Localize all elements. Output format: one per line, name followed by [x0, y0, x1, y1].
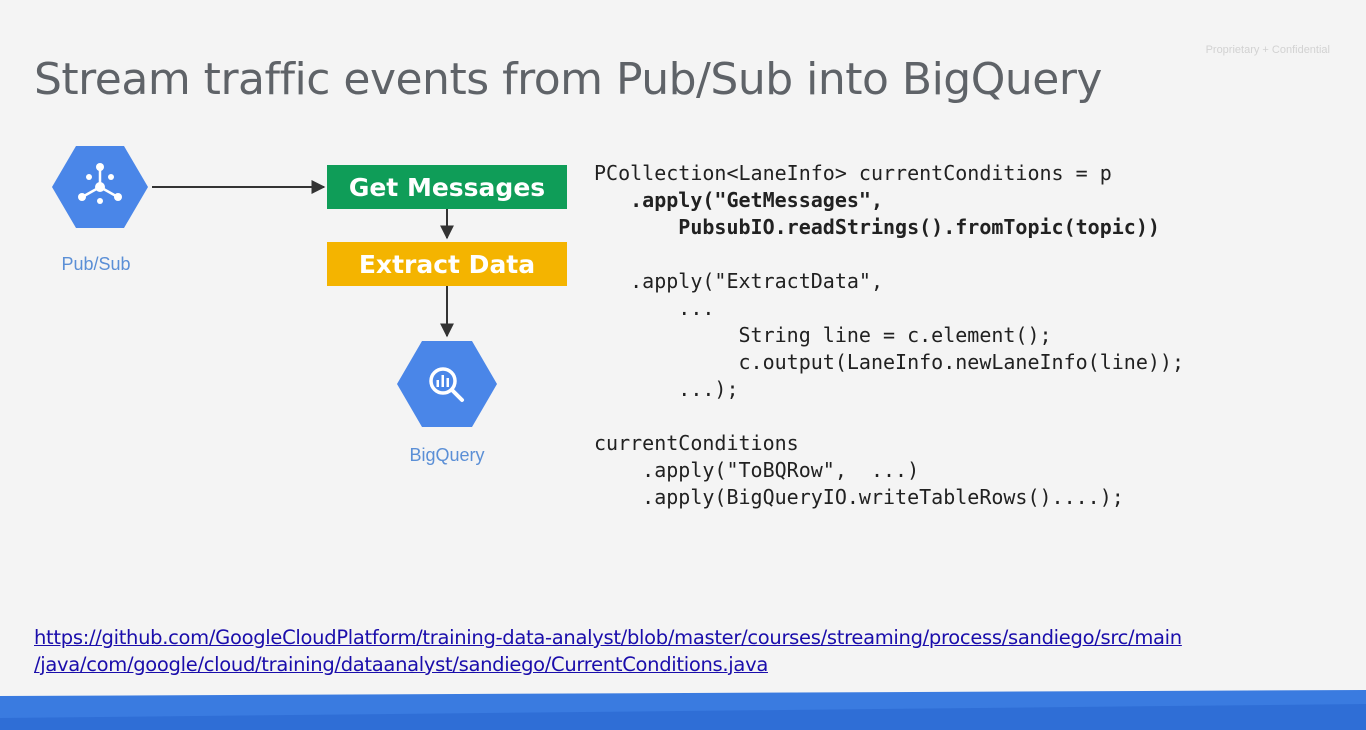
source-code-link-line-1[interactable]: https://github.com/GoogleCloudPlatform/t…	[34, 624, 1182, 651]
get-messages-step: Get Messages	[327, 165, 567, 209]
code-line-3: PubsubIO.readStrings().fromTopic(topic))	[594, 215, 1160, 239]
extract-data-step: Extract Data	[327, 242, 567, 286]
pubsub-label: Pub/Sub	[61, 254, 130, 274]
confidential-label: Proprietary + Confidential	[1205, 44, 1330, 56]
get-messages-label: Get Messages	[349, 173, 545, 202]
code-line-12: .apply("ToBQRow", ...)	[594, 458, 920, 482]
pubsub-node: Pub/Sub	[52, 146, 148, 274]
source-code-link-line-2[interactable]: /java/com/google/cloud/training/dataanal…	[34, 651, 1182, 678]
code-line-7: String line = c.element();	[594, 323, 1052, 347]
code-line-1: PCollection<LaneInfo> currentConditions …	[594, 161, 1112, 185]
code-line-2: .apply("GetMessages",	[594, 188, 883, 212]
source-code-link[interactable]: https://github.com/GoogleCloudPlatform/t…	[34, 624, 1182, 678]
code-line-8: c.output(LaneInfo.newLaneInfo(line));	[594, 350, 1185, 374]
code-line-13: .apply(BigQueryIO.writeTableRows()....);	[594, 485, 1124, 509]
pipeline-diagram: Pub/Sub Get Messages Extract Data BigQue…	[52, 146, 567, 465]
bigquery-node: BigQuery	[397, 341, 497, 465]
code-line-9: ...);	[594, 377, 739, 401]
bottom-accent-bar	[0, 690, 1366, 730]
code-line-6: ...	[594, 296, 715, 320]
code-block: PCollection<LaneInfo> currentConditions …	[594, 160, 1184, 511]
code-line-11: currentConditions	[594, 431, 799, 455]
extract-data-label: Extract Data	[359, 250, 535, 279]
code-line-5: .apply("ExtractData",	[594, 269, 883, 293]
bigquery-label: BigQuery	[409, 445, 484, 465]
